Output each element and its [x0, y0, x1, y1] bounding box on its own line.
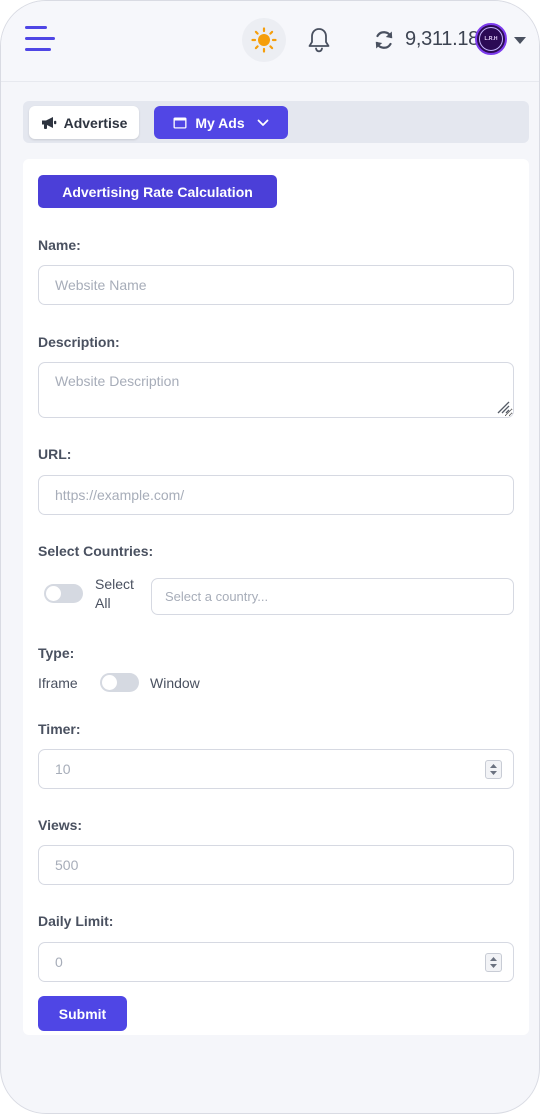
theme-toggle-button[interactable] — [242, 18, 286, 62]
daily-limit-label: Daily Limit: — [38, 913, 114, 929]
bell-icon[interactable] — [306, 26, 332, 54]
type-label: Type: — [38, 645, 75, 661]
tab-advertise-label: Advertise — [63, 114, 128, 131]
chevron-down-icon — [257, 119, 269, 126]
countries-label: Select Countries: — [38, 543, 154, 559]
stepper-arrows-icon — [490, 764, 497, 775]
phone-frame: 9,311.18 L.R.H Advertise My Ads Advertis… — [0, 0, 540, 1114]
views-label: Views: — [38, 817, 83, 833]
name-label: Name: — [38, 237, 81, 253]
form-card: Advertising Rate Calculation Name: Descr… — [23, 159, 529, 1035]
url-label: URL: — [38, 446, 72, 462]
daily-limit-input[interactable] — [38, 942, 514, 982]
hamburger-icon[interactable] — [25, 25, 55, 53]
type-option-window: Window — [150, 675, 200, 691]
type-toggle[interactable] — [100, 673, 139, 692]
name-input[interactable] — [38, 265, 514, 305]
description-label: Description: — [38, 334, 120, 350]
type-option-iframe: Iframe — [38, 675, 78, 691]
url-input[interactable] — [38, 475, 514, 515]
stepper-arrows-icon — [490, 957, 497, 968]
timer-stepper[interactable] — [485, 760, 502, 779]
select-all-label-line2: All — [95, 595, 111, 611]
views-input[interactable] — [38, 845, 514, 885]
window-icon — [173, 117, 187, 128]
tab-my-ads-label: My Ads — [195, 114, 245, 131]
balance-amount: 9,311.18 — [405, 28, 479, 50]
toggle-knob — [102, 675, 117, 690]
tab-bar: Advertise My Ads — [23, 101, 529, 143]
submit-button[interactable]: Submit — [38, 996, 127, 1031]
avatar[interactable]: L.R.H — [475, 23, 507, 55]
toggle-knob — [46, 586, 61, 601]
select-all-toggle[interactable] — [44, 584, 83, 603]
form-title-button[interactable]: Advertising Rate Calculation — [38, 175, 277, 208]
tab-advertise[interactable]: Advertise — [29, 106, 139, 139]
caret-down-icon[interactable] — [514, 37, 526, 44]
top-header: 9,311.18 L.R.H — [1, 1, 539, 82]
avatar-initials: L.R.H — [479, 27, 503, 51]
sun-icon — [251, 27, 277, 53]
daily-limit-stepper[interactable] — [485, 953, 502, 972]
select-all-label-line1: Select — [95, 576, 134, 592]
tab-my-ads[interactable]: My Ads — [154, 106, 288, 139]
description-textarea[interactable] — [38, 362, 514, 418]
timer-label: Timer: — [38, 721, 81, 737]
megaphone-icon — [41, 116, 56, 129]
timer-input[interactable] — [38, 749, 514, 789]
country-select-input[interactable] — [151, 578, 514, 615]
refresh-icon[interactable] — [373, 29, 395, 51]
